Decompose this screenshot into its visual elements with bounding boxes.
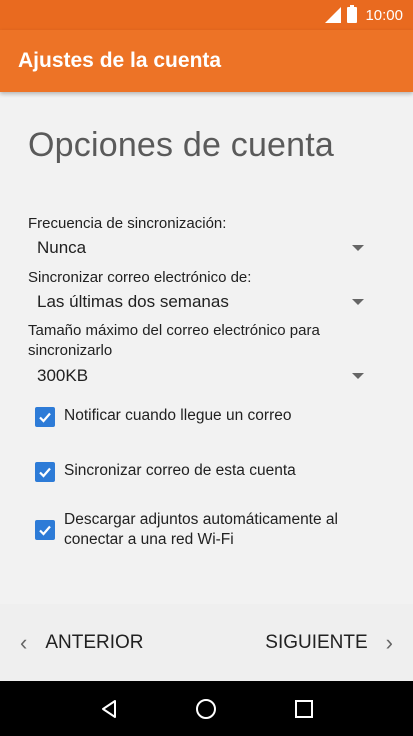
sync-frequency-value: Nunca bbox=[37, 238, 87, 257]
sync-mail-checkbox-row[interactable]: Sincronizar correo de esta cuenta bbox=[35, 461, 375, 482]
chevron-down-icon bbox=[352, 373, 364, 379]
download-attachments-checkbox-row[interactable]: Descargar adjuntos automáticamente al co… bbox=[35, 510, 375, 550]
back-icon bbox=[101, 699, 116, 718]
checkbox[interactable] bbox=[35, 520, 55, 540]
app-title: Ajustes de la cuenta bbox=[18, 49, 222, 72]
recents-button[interactable] bbox=[289, 694, 319, 724]
app-bar: Ajustes de la cuenta bbox=[0, 30, 413, 92]
checkmark-icon bbox=[39, 467, 51, 478]
checkmark-icon bbox=[39, 525, 51, 536]
recents-icon bbox=[295, 699, 314, 718]
sync-range-label: Sincronizar correo electrónico de: bbox=[28, 269, 252, 286]
sync-frequency-dropdown[interactable]: Nunca bbox=[28, 233, 370, 263]
chevron-down-icon bbox=[352, 245, 364, 251]
status-icons bbox=[325, 5, 358, 23]
sync-range-dropdown[interactable]: Las últimas dos semanas bbox=[28, 287, 370, 317]
chevron-down-icon bbox=[352, 299, 364, 305]
home-button[interactable] bbox=[191, 694, 221, 724]
checkmark-icon bbox=[39, 412, 51, 423]
next-button[interactable]: SIGUIENTE › bbox=[265, 630, 393, 656]
download-attachments-label: Descargar adjuntos automáticamente al co… bbox=[64, 511, 338, 548]
max-size-label: Tamaño máximo del correo electrónico par… bbox=[28, 322, 320, 359]
max-size-dropdown[interactable]: 300KB bbox=[28, 361, 370, 391]
signal-icon bbox=[325, 7, 342, 23]
notify-label: Notificar cuando llegue un correo bbox=[64, 407, 292, 424]
sync-mail-label: Sincronizar correo de esta cuenta bbox=[64, 462, 296, 479]
status-time: 10:00 bbox=[365, 6, 403, 24]
notify-checkbox-row[interactable]: Notificar cuando llegue un correo bbox=[35, 406, 375, 427]
sync-frequency-label: Frecuencia de sincronización: bbox=[28, 215, 227, 232]
previous-button[interactable]: ‹ ANTERIOR bbox=[20, 630, 144, 656]
chevron-left-icon: ‹ bbox=[20, 629, 28, 655]
bottom-nav: ‹ ANTERIOR SIGUIENTE › bbox=[0, 604, 413, 681]
system-nav-bar bbox=[0, 681, 413, 736]
checkbox[interactable] bbox=[35, 462, 55, 482]
previous-label: ANTERIOR bbox=[45, 631, 144, 653]
next-label: SIGUIENTE bbox=[265, 631, 368, 653]
battery-icon bbox=[347, 5, 358, 23]
chevron-right-icon: › bbox=[385, 629, 393, 655]
page-heading: Opciones de cuenta bbox=[28, 126, 335, 164]
status-bar: 10:00 bbox=[0, 0, 413, 30]
sync-range-value: Las últimas dos semanas bbox=[37, 292, 229, 311]
back-button[interactable] bbox=[94, 694, 124, 724]
max-size-value: 300KB bbox=[37, 366, 89, 385]
checkbox[interactable] bbox=[35, 407, 55, 427]
content-area: Opciones de cuenta Frecuencia de sincron… bbox=[0, 92, 413, 604]
home-icon bbox=[196, 698, 217, 719]
